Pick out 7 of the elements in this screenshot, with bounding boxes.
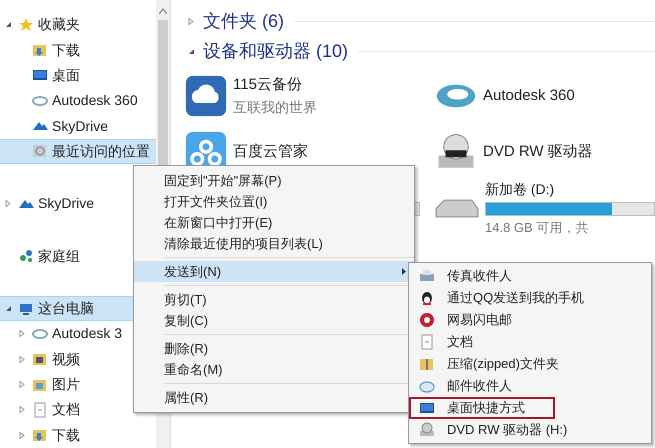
device-name: 115云备份 — [233, 75, 303, 96]
drive-name: 新加卷 (D:) — [485, 180, 556, 199]
device-name: DVD RW 驱动器 — [483, 142, 593, 162]
device-name: Autodesk 360 — [483, 86, 575, 106]
drive-space-text: 14.8 GB 可用，共 — [485, 218, 590, 237]
device-name: 百度云管家 — [233, 142, 308, 162]
device-subtitle: 互联我的世界 — [233, 98, 317, 117]
